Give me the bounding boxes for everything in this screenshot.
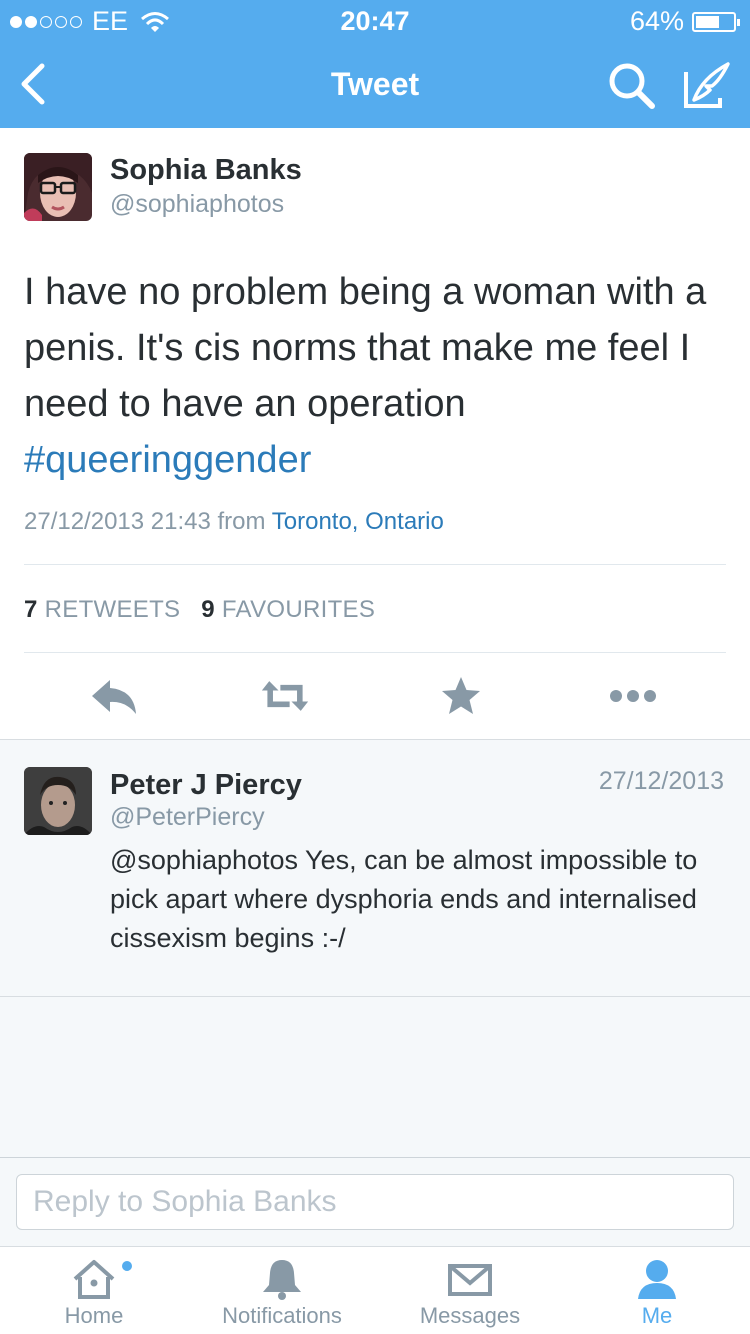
tab-notifications[interactable]: Notifications bbox=[188, 1247, 376, 1334]
tab-label: Home bbox=[64, 1303, 124, 1328]
tab-me[interactable]: Me bbox=[564, 1247, 750, 1334]
divider bbox=[24, 564, 726, 565]
tab-bar: Home Notifications Messages Me bbox=[0, 1246, 750, 1334]
reply-icon[interactable] bbox=[90, 676, 140, 716]
reply-author-name[interactable]: Peter J Piercy bbox=[110, 769, 302, 802]
tweet-detail: Sophia Banks @sophiaphotos I have no pro… bbox=[0, 128, 750, 740]
favourites-count: 9 bbox=[201, 596, 215, 623]
favourites-label: FAVOURITES bbox=[221, 596, 376, 623]
avatar[interactable] bbox=[24, 767, 92, 835]
retweet-icon[interactable] bbox=[260, 676, 310, 716]
divider bbox=[24, 652, 726, 653]
top-bar: EE 20:47 64% Tweet bbox=[0, 0, 750, 128]
tweet-meta: 27/12/2013 21:43 from Toronto, Ontario bbox=[24, 508, 444, 536]
home-icon bbox=[73, 1260, 115, 1299]
new-content-indicator bbox=[122, 1261, 132, 1271]
reply-author-handle[interactable]: @PeterPiercy bbox=[110, 803, 265, 832]
battery-status: 64% bbox=[629, 6, 740, 37]
author-name[interactable]: Sophia Banks bbox=[110, 154, 302, 187]
reply-date: 27/12/2013 bbox=[598, 767, 724, 795]
reply-tweet[interactable]: Peter J Piercy 27/12/2013 @PeterPiercy @… bbox=[0, 741, 750, 997]
tab-label: Notifications bbox=[222, 1303, 342, 1328]
bell-icon bbox=[263, 1260, 301, 1300]
status-bar: EE 20:47 64% bbox=[0, 0, 750, 40]
author-handle[interactable]: @sophiaphotos bbox=[110, 190, 284, 219]
compose-icon[interactable] bbox=[680, 58, 734, 112]
battery-percent: 64% bbox=[629, 6, 684, 36]
hashtag-link[interactable]: #queeringgender bbox=[24, 439, 311, 481]
favourites-stat[interactable]: 9 FAVOURITES bbox=[201, 596, 375, 623]
envelope-icon bbox=[448, 1264, 492, 1296]
tweet-text: I have no problem being a woman with a p… bbox=[24, 264, 734, 488]
battery-icon bbox=[692, 11, 740, 32]
tab-label: Messages bbox=[419, 1303, 521, 1328]
avatar[interactable] bbox=[24, 153, 92, 221]
search-icon[interactable] bbox=[606, 60, 658, 112]
location-link[interactable]: Toronto, Ontario bbox=[272, 508, 444, 535]
tab-messages[interactable]: Messages bbox=[376, 1247, 564, 1334]
star-icon[interactable] bbox=[436, 676, 486, 716]
retweets-stat[interactable]: 7 RETWEETS bbox=[24, 596, 180, 623]
person-icon bbox=[638, 1260, 676, 1299]
tab-label: Me bbox=[641, 1303, 673, 1328]
from-label: from bbox=[217, 508, 266, 535]
tweet-stats: 7 RETWEETS 9 FAVOURITES bbox=[24, 596, 375, 624]
reply-composer bbox=[0, 1157, 750, 1246]
tweet-timestamp: 27/12/2013 21:43 bbox=[24, 508, 211, 535]
retweets-label: RETWEETS bbox=[44, 596, 181, 623]
tab-home[interactable]: Home bbox=[0, 1247, 188, 1334]
reply-text: @sophiaphotos Yes, can be almost impossi… bbox=[110, 845, 698, 953]
reply-input[interactable] bbox=[16, 1174, 734, 1230]
retweets-count: 7 bbox=[24, 596, 38, 623]
nav-bar: Tweet bbox=[0, 40, 750, 128]
more-icon[interactable] bbox=[608, 676, 658, 716]
tweet-body: I have no problem being a woman with a p… bbox=[24, 271, 707, 425]
